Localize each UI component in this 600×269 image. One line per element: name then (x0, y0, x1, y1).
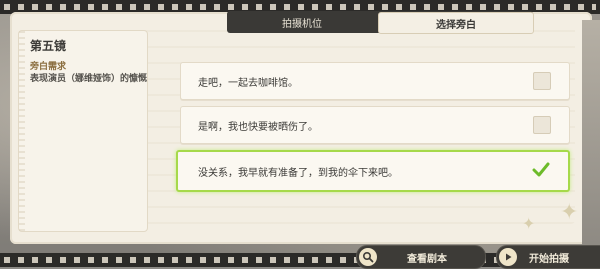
requirement-text: 表现演员（娜维娅饰）的慷慨 (30, 74, 148, 84)
option-checkbox[interactable] (533, 116, 551, 134)
check-icon[interactable] (532, 161, 550, 179)
view-script-label: 查看剧本 (407, 253, 447, 265)
narration-option-selected[interactable]: 没关系，我早就有准备了，到我的伞下来吧。 (176, 150, 570, 192)
magnifier-icon (359, 248, 377, 266)
option-checkbox[interactable] (533, 72, 551, 90)
star-decoration: ✦ (522, 214, 536, 233)
start-shooting-label: 开始拍摄 (529, 253, 569, 265)
star-decoration: ✦ (560, 200, 579, 225)
tab-camera-position[interactable]: 拍摄机位 (227, 11, 377, 33)
option-text: 走吧，一起去咖啡馆。 (198, 78, 298, 89)
narration-option[interactable]: 走吧，一起去咖啡馆。 (180, 62, 570, 100)
right-decor-strip (582, 20, 600, 250)
scene-title: 第五镜 (30, 39, 67, 53)
play-icon (499, 248, 517, 266)
narration-option[interactable]: 是啊，我也快要被晒伤了。 (180, 106, 570, 144)
start-shooting-button[interactable]: 开始拍摄 (496, 245, 600, 269)
option-text: 是啊，我也快要被晒伤了。 (198, 122, 318, 133)
view-script-button[interactable]: 查看剧本 (356, 245, 486, 269)
tab-select-narration[interactable]: 选择旁白 (378, 12, 534, 34)
option-text: 没关系，我早就有准备了，到我的伞下来吧。 (198, 168, 398, 179)
requirement-label: 旁白需求 (30, 62, 67, 72)
